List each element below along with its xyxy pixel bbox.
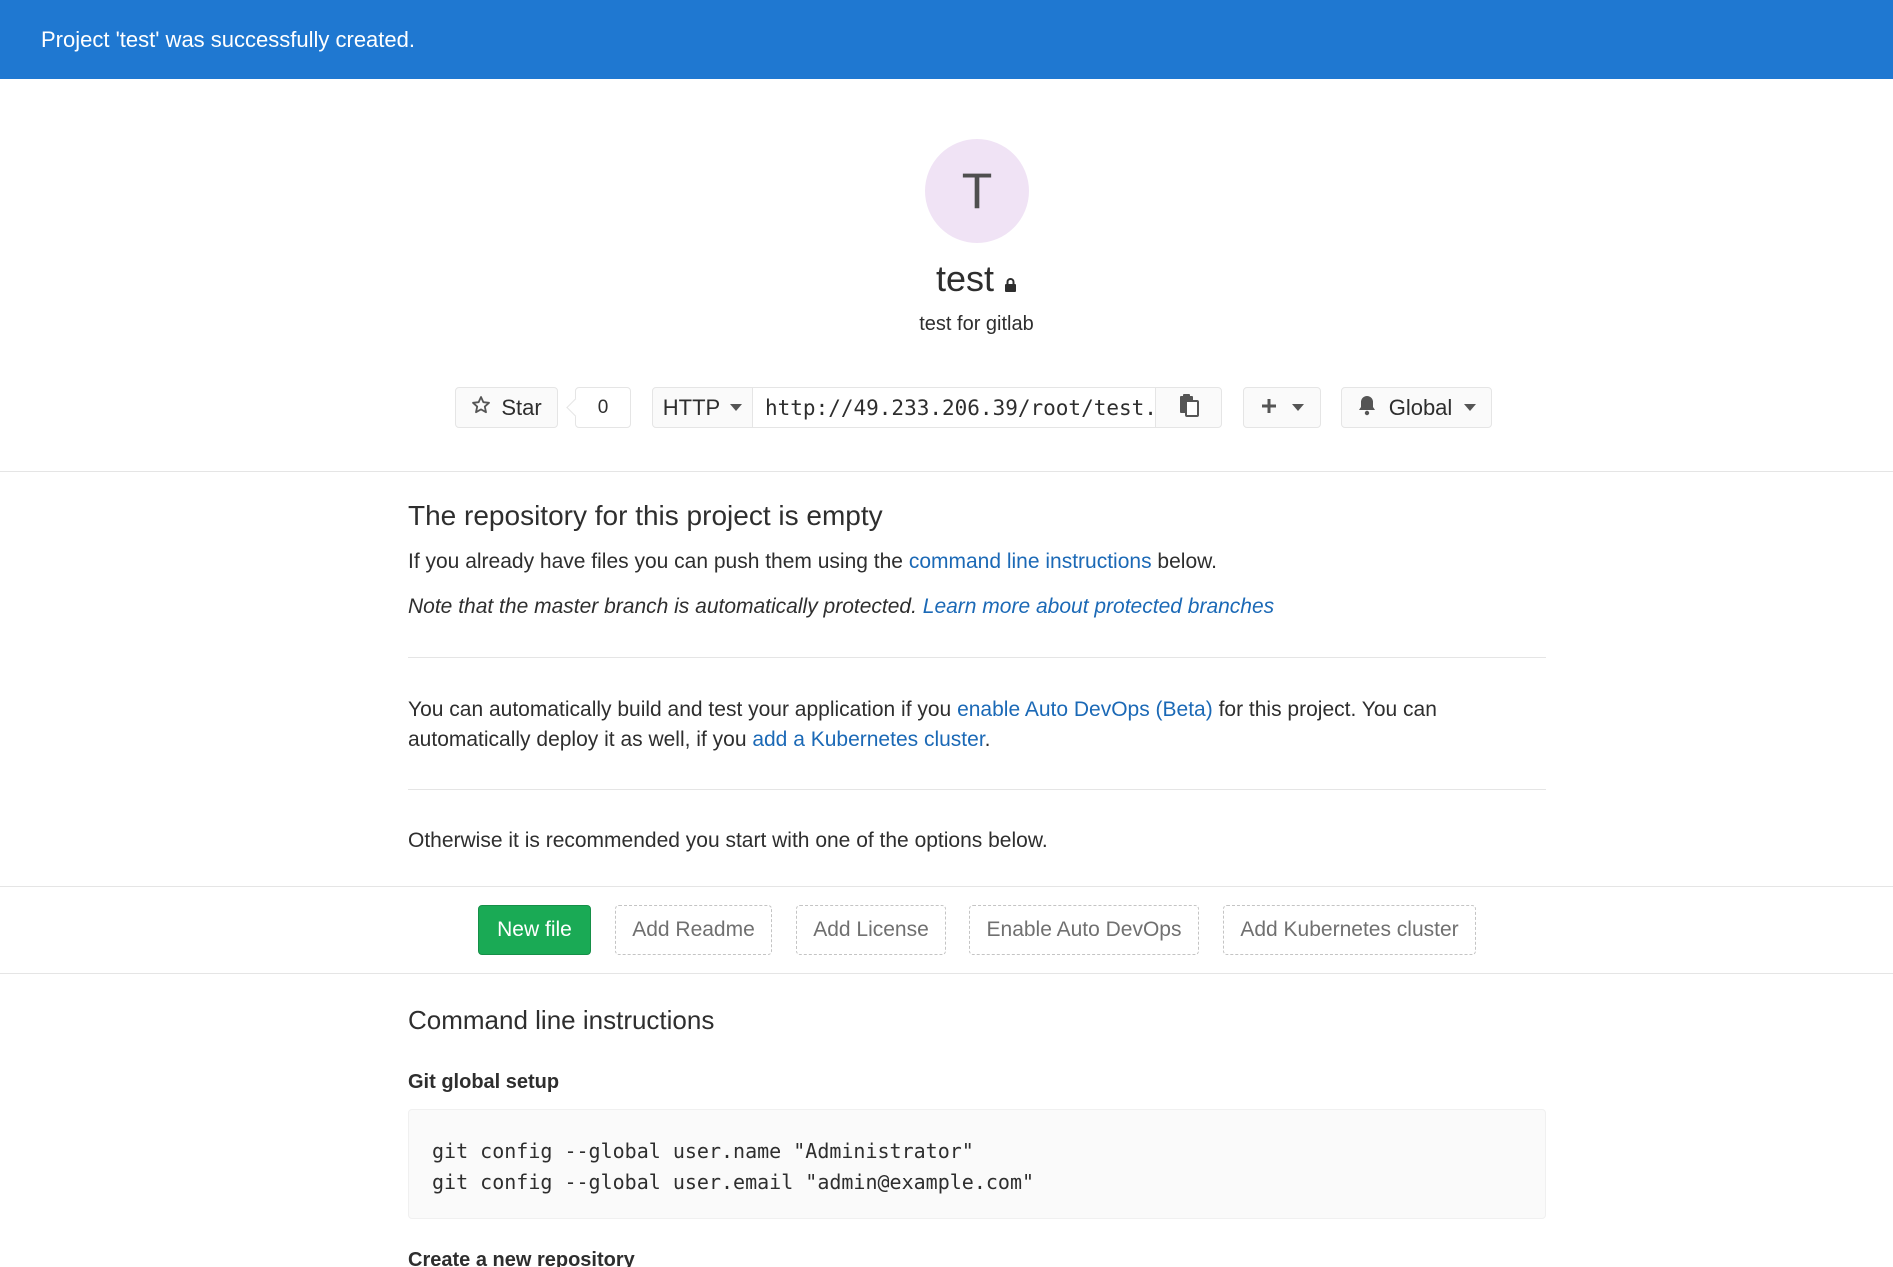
flash-notice: Project 'test' was successfully created.: [0, 0, 1893, 79]
star-count-value: 0: [597, 396, 609, 418]
push-instructions: If you already have files you can push t…: [408, 550, 1217, 574]
cli-title: Command line instructions: [408, 1005, 715, 1035]
divider: [0, 973, 1893, 974]
star-icon: [471, 395, 491, 421]
add-kubernetes-cluster-link[interactable]: add a Kubernetes cluster: [752, 728, 984, 751]
notification-dropdown[interactable]: Global: [1341, 387, 1492, 428]
clone-protocol-label: HTTP: [662, 394, 721, 420]
empty-repo-title: The repository for this project is empty: [408, 500, 883, 531]
divider: [0, 471, 1893, 472]
notification-level: Global: [1388, 394, 1453, 420]
auto-devops-paragraph: You can automatically build and test you…: [408, 695, 1468, 755]
push-text-end: below.: [1151, 550, 1217, 573]
add-kubernetes-cluster-button[interactable]: Add Kubernetes cluster: [1223, 905, 1476, 955]
plus-icon: [1260, 395, 1278, 421]
avatar-letter: T: [961, 163, 993, 219]
project-name: test: [935, 258, 995, 299]
git-global-setup-code: git config --global user.name "Administr…: [408, 1109, 1546, 1219]
star-label: Star: [501, 394, 542, 420]
options-intro: Otherwise it is recommended you start wi…: [408, 829, 1048, 852]
star-button[interactable]: Star: [455, 387, 558, 428]
devops-text: .: [984, 728, 991, 751]
clone-url-input[interactable]: http://49.233.206.39/root/test.git: [752, 387, 1156, 428]
project-avatar: T: [925, 139, 1029, 243]
protected-branch-note: Note that the master branch is automatic…: [408, 595, 1274, 619]
project-title: test: [0, 258, 1893, 302]
add-license-button[interactable]: Add License: [796, 905, 946, 955]
protected-branches-link[interactable]: Learn more about protected branches: [923, 595, 1274, 618]
note-text: Note that the master branch is automatic…: [408, 595, 917, 618]
chevron-down-icon: [1464, 404, 1477, 411]
new-file-button[interactable]: New file: [478, 905, 591, 955]
git-global-setup-title: Git global setup: [408, 1071, 560, 1093]
push-text: If you already have files you can push t…: [408, 550, 909, 573]
clipboard-icon: [1178, 393, 1200, 423]
divider: [408, 657, 1546, 658]
command-line-instructions-link[interactable]: command line instructions: [909, 550, 1152, 573]
clone-url-value: http://49.233.206.39/root/test.git: [765, 395, 1156, 420]
copy-url-button[interactable]: [1155, 387, 1222, 428]
divider: [408, 789, 1546, 790]
star-count[interactable]: 0: [575, 387, 631, 428]
bell-icon: [1357, 394, 1377, 422]
clone-protocol-dropdown[interactable]: HTTP: [652, 387, 753, 428]
add-readme-button[interactable]: Add Readme: [615, 905, 772, 955]
lock-icon: [1004, 260, 1017, 302]
new-item-dropdown[interactable]: [1243, 387, 1321, 428]
divider: [0, 886, 1893, 887]
chevron-down-icon: [730, 404, 743, 411]
create-new-repo-title: Create a new repository: [408, 1249, 635, 1267]
flash-message: Project 'test' was successfully created.: [41, 26, 415, 52]
project-description: test for gitlab: [919, 313, 1034, 335]
enable-auto-devops-button[interactable]: Enable Auto DevOps: [969, 905, 1199, 955]
enable-auto-devops-link[interactable]: enable Auto DevOps (Beta): [957, 698, 1213, 721]
chevron-down-icon: [1292, 404, 1304, 411]
devops-text: You can automatically build and test you…: [408, 698, 958, 721]
